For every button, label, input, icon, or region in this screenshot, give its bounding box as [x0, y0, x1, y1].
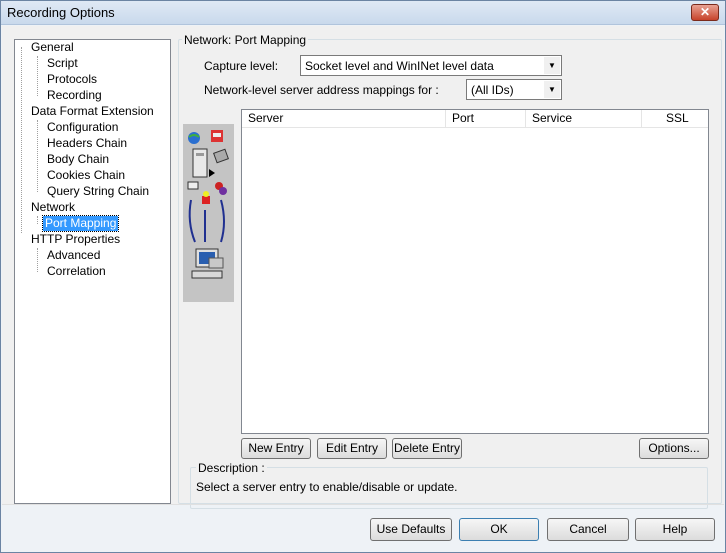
storage-icon — [213, 148, 229, 164]
mapping-ids-select[interactable]: (All IDs) ▼ — [466, 79, 562, 100]
network-illustration — [183, 124, 234, 302]
tree-item-correlation[interactable]: Correlation — [45, 264, 108, 279]
chevron-down-icon[interactable]: ▼ — [544, 57, 560, 74]
footer-separator — [2, 504, 724, 505]
column-header-server[interactable]: Server — [242, 110, 446, 128]
tree-item-protocols[interactable]: Protocols — [45, 72, 99, 87]
window-title: Recording Options — [7, 5, 115, 20]
globe-icon — [188, 132, 200, 144]
description-text: Select a server entry to enable/disable … — [196, 480, 458, 494]
tree-item-network[interactable]: Network — [29, 200, 77, 215]
capture-level-select[interactable]: Socket level and WinINet level data ▼ — [300, 55, 562, 76]
list-header: Server Port Service SSL — [242, 110, 708, 128]
chevron-down-icon[interactable]: ▼ — [544, 81, 560, 98]
tree-item-cookies-chain[interactable]: Cookies Chain — [45, 168, 127, 183]
workstation-icon — [191, 248, 224, 279]
options-button[interactable]: Options... — [639, 438, 709, 459]
tree-item-query-string-chain[interactable]: Query String Chain — [45, 184, 151, 199]
edit-entry-button[interactable]: Edit Entry — [317, 438, 387, 459]
port-mapping-list[interactable]: Server Port Service SSL — [241, 109, 709, 434]
network-printer-icon — [211, 130, 223, 142]
group-title: Network: Port Mapping — [182, 33, 309, 47]
recording-options-window: Recording Options ✕ General Script Proto… — [0, 0, 726, 553]
tree-item-configuration[interactable]: Configuration — [45, 120, 120, 135]
tree-item-data-format-extension[interactable]: Data Format Extension — [29, 104, 156, 119]
ok-button[interactable]: OK — [459, 518, 539, 541]
tree-item-recording[interactable]: Recording — [45, 88, 104, 103]
tree-item-general[interactable]: General — [29, 40, 76, 55]
column-header-ssl[interactable]: SSL — [642, 110, 708, 128]
description-title: Description : — [196, 461, 267, 475]
new-entry-button[interactable]: New Entry — [241, 438, 311, 459]
tree-item-script[interactable]: Script — [45, 56, 80, 71]
tree-line — [37, 120, 38, 192]
column-header-port[interactable]: Port — [446, 110, 526, 128]
help-button[interactable]: Help — [635, 518, 715, 541]
close-button[interactable]: ✕ — [691, 4, 719, 21]
capture-level-label: Capture level: — [204, 59, 279, 73]
tree-item-http-properties[interactable]: HTTP Properties — [29, 232, 122, 247]
mapping-for-label: Network-level server address mappings fo… — [204, 83, 439, 97]
capture-level-value: Socket level and WinINet level data — [305, 59, 494, 73]
tree-line — [21, 47, 22, 233]
mapping-ids-value: (All IDs) — [471, 83, 514, 97]
cancel-button[interactable]: Cancel — [547, 518, 629, 541]
tree-line — [37, 248, 38, 272]
connection-lines-icon — [188, 199, 225, 243]
title-bar: Recording Options ✕ — [1, 1, 725, 25]
tree-item-port-mapping[interactable]: Port Mapping — [41, 215, 120, 232]
options-tree[interactable]: General Script Protocols Recording Data … — [14, 39, 171, 504]
tree-line — [37, 216, 38, 224]
tree-item-body-chain[interactable]: Body Chain — [45, 152, 111, 167]
delete-entry-button[interactable]: Delete Entry — [392, 438, 462, 459]
tree-item-headers-chain[interactable]: Headers Chain — [45, 136, 129, 151]
column-header-service[interactable]: Service — [526, 110, 642, 128]
tree-line — [37, 56, 38, 96]
server-tower-icon — [192, 148, 215, 178]
use-defaults-button[interactable]: Use Defaults — [370, 518, 452, 541]
tree-item-advanced[interactable]: Advanced — [45, 248, 102, 263]
dialog-client: General Script Protocols Recording Data … — [2, 26, 724, 509]
